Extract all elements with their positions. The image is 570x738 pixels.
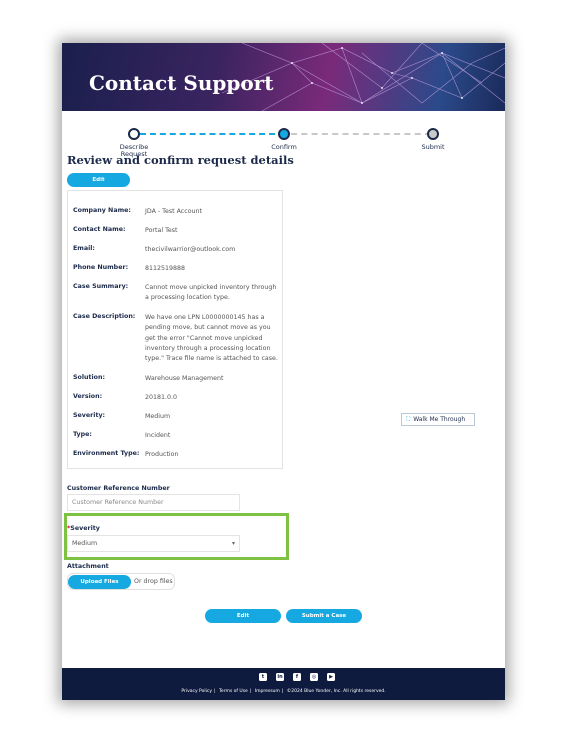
detail-label-version: Version: [73, 393, 103, 400]
severity-label: *Severity [67, 525, 100, 532]
detail-value-contact: Portal Test [145, 227, 178, 234]
footer: t in f ◎ ▶ Privacy Policy | Terms of Use |… [62, 668, 505, 700]
privacy-policy-link[interactable]: Privacy Policy [181, 689, 212, 694]
detail-label-solution: Solution: [73, 374, 105, 381]
impressum-link[interactable]: Impressum [255, 689, 280, 694]
detail-value-phone: 8112519888 [145, 265, 186, 272]
detail-value-summary: Cannot move unpicked inventory through a… [145, 284, 277, 302]
detail-label-type: Type: [73, 431, 92, 438]
step-submit-label: Submit [421, 143, 445, 151]
page-title: Contact Support [89, 71, 274, 95]
drop-files-label: Or drop files [134, 578, 173, 585]
walk-me-through-button[interactable]: ⛶ Walk Me Through [401, 413, 475, 426]
step-submit-dot [427, 128, 439, 140]
details-card: Company Name: JDA - Test Account Contact… [67, 190, 283, 469]
severity-select[interactable]: Medium ▾ [67, 535, 240, 552]
detail-value-environment: Production [145, 451, 179, 458]
header-banner: Contact Support [62, 43, 505, 111]
instagram-icon[interactable]: ◎ [310, 673, 318, 681]
copyright-text: ©2024 Blue Yonder, Inc. All rights reser… [286, 689, 386, 694]
chevron-down-icon: ▾ [231, 540, 235, 547]
detail-label-environment: Environment Type: [73, 450, 140, 457]
attachment-dropzone[interactable]: Upload Files Or drop files [67, 573, 175, 590]
detail-label-company: Company Name: [73, 207, 131, 214]
detail-value-company: JDA - Test Account [145, 208, 203, 215]
step-describe-dot[interactable] [128, 128, 140, 140]
detail-label-description: Case Description: [73, 313, 136, 320]
detail-label-email: Email: [73, 245, 95, 252]
youtube-icon[interactable]: ▶ [327, 673, 335, 681]
step-connector-2 [291, 133, 431, 135]
detail-value-version: 20181.0.0 [145, 394, 178, 401]
expand-icon: ⛶ [406, 416, 411, 423]
detail-label-contact: Contact Name: [73, 226, 126, 233]
detail-label-summary: Case Summary: [73, 283, 129, 290]
facebook-icon[interactable]: f [293, 673, 301, 681]
footer-links: Privacy Policy | Terms of Use | Impressum |… [181, 689, 386, 694]
detail-value-description: We have one LPN L0000000145 has a pendin… [145, 314, 278, 363]
detail-value-severity: Medium [145, 413, 171, 420]
severity-select-value: Medium [72, 540, 98, 547]
edit-button[interactable]: Edit [205, 609, 281, 623]
walk-me-through-label: Walk Me Through [413, 416, 466, 423]
customer-ref-label: Customer Reference Number [67, 485, 170, 492]
review-heading: Review and confirm request details [67, 153, 294, 167]
submit-case-button[interactable]: Submit a Case [286, 609, 362, 623]
linkedin-icon[interactable]: in [276, 673, 284, 681]
detail-value-email: thecivilwarrior@outlook.com [145, 246, 236, 253]
detail-value-solution: Warehouse Management [145, 375, 224, 382]
step-confirm-label: Confirm [271, 143, 297, 151]
step-connector-1 [140, 133, 285, 135]
edit-top-button[interactable]: Edit [67, 173, 130, 187]
attachment-label: Attachment [67, 563, 109, 570]
customer-ref-input[interactable]: Customer Reference Number [67, 494, 240, 511]
step-confirm-dot [278, 128, 290, 140]
support-page: Contact Support Describe Request Confirm… [62, 43, 505, 700]
terms-of-use-link[interactable]: Terms of Use [219, 689, 248, 694]
detail-label-severity: Severity: [73, 412, 106, 419]
upload-files-button[interactable]: Upload Files [68, 575, 131, 589]
twitter-icon[interactable]: t [259, 673, 267, 681]
detail-value-type: Incident [145, 432, 171, 439]
severity-label-text: Severity [70, 525, 100, 532]
detail-label-phone: Phone Number: [73, 264, 129, 271]
